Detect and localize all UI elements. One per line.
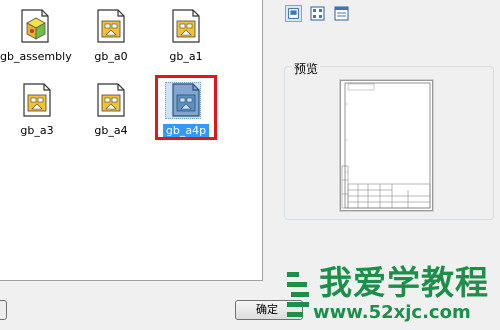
large-icons-view-icon[interactable] [285, 5, 302, 22]
small-icons-view-icon[interactable] [309, 5, 326, 22]
preview-title: 预览 [292, 60, 321, 77]
file-label: gb_a3 [20, 124, 54, 137]
details-view-icon[interactable] [333, 5, 350, 22]
drawing-template-icon [97, 9, 125, 43]
file-list-pane[interactable]: gb_assembly gb_a0 gb_a1 gb_a3 gb_a4 gb_a… [0, 0, 263, 281]
drawing-template-icon [23, 83, 51, 117]
file-label: gb_a1 [169, 50, 203, 63]
file-label: gb_a0 [94, 50, 128, 63]
red-highlight-frame [155, 75, 217, 140]
ok-button-label: 确定 [256, 303, 278, 316]
watermark-url: www.52xjc.com [313, 302, 471, 323]
drawing-preview-image [340, 80, 433, 211]
drawing-template-icon [97, 83, 125, 117]
assembly-template-icon [21, 9, 49, 43]
file-label: gb_assembly [0, 50, 72, 63]
watermark-text: 我爱学教程 [319, 263, 489, 302]
file-label: gb_a4 [94, 124, 128, 137]
partial-button[interactable] [0, 300, 7, 320]
drawing-template-icon [172, 9, 200, 43]
